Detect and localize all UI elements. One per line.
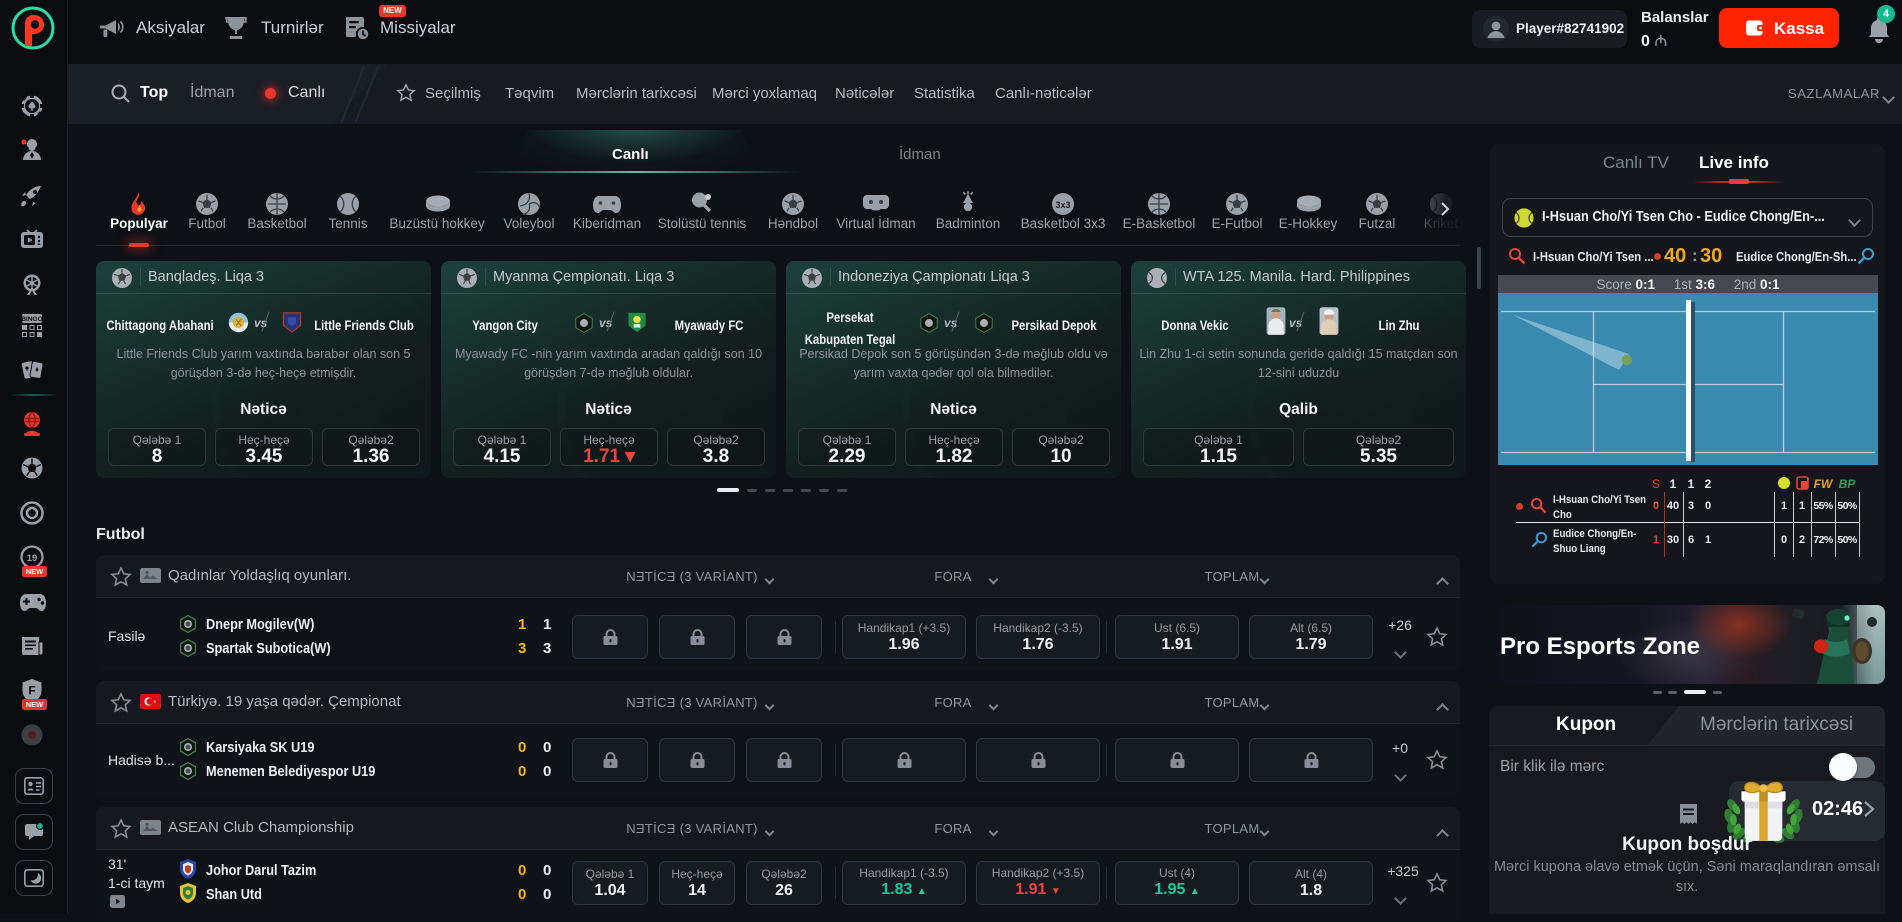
svg-text:3x3: 3x3 (1055, 200, 1070, 210)
svg-text:F: F (28, 684, 35, 698)
svg-text:19: 19 (27, 553, 38, 564)
svg-text:BINGO: BINGO (21, 316, 42, 323)
